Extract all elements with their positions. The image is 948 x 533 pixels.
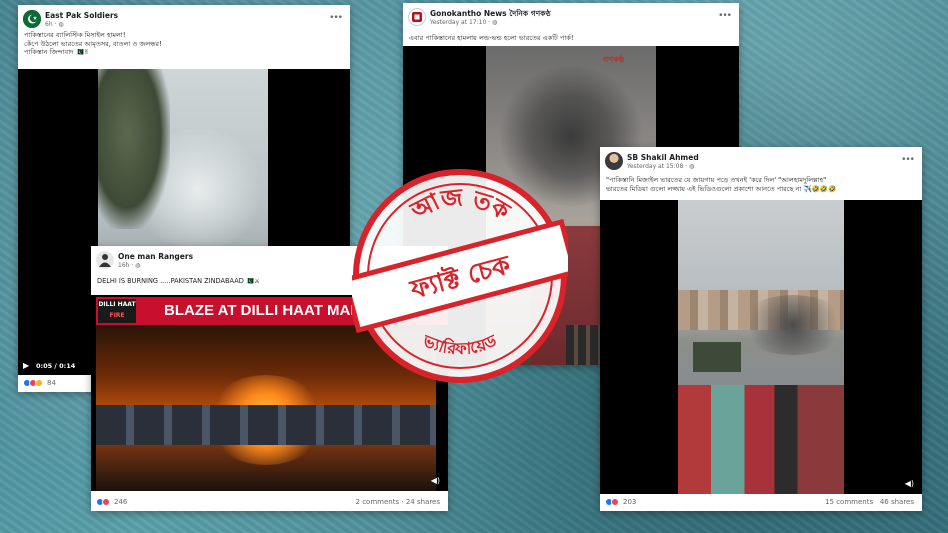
love-reaction-icon xyxy=(102,498,110,506)
post-time[interactable]: Yesterday at 15:08 · ◍ xyxy=(627,163,694,170)
post-stats[interactable]: 2 comments · 24 shares xyxy=(356,498,440,506)
gonokantho-logo-icon xyxy=(412,12,422,22)
post-text: "পাকিস্তানি মিজাইল ভারতের যে জায়গায় পড… xyxy=(600,176,922,193)
more-options-icon[interactable]: ••• xyxy=(329,13,343,23)
post-footer: 246 2 comments · 24 shares xyxy=(91,495,448,511)
post-text: এবার পাকিস্তানের হামলায় লন্ড-ভন্ড হলো ভ… xyxy=(409,34,574,42)
post-text-line: পাকিস্তান জিন্দাবাদ 🇵🇰✌ xyxy=(24,48,90,56)
settings-icon[interactable]: ◀) xyxy=(905,479,914,488)
more-options-icon[interactable]: ••• xyxy=(901,155,915,165)
post-time-text: Yesterday at 17:10 · xyxy=(430,19,492,26)
care-reaction-icon xyxy=(35,379,43,387)
post-text-line: পাকিস্তানের ব্যালিস্টিক মিসাইল হামলা! xyxy=(24,31,126,39)
reactions[interactable]: 203 xyxy=(605,498,636,506)
structure xyxy=(96,405,436,445)
reaction-count: 246 xyxy=(114,498,128,506)
smoke-cloud xyxy=(738,295,848,355)
post-author[interactable]: One man Rangers xyxy=(118,252,193,261)
shares-count[interactable]: 46 shares xyxy=(880,498,914,506)
post-text-line: কেঁপে উঠলো ভারতের আমৃতসর, বাতলা ও জলন্ধর… xyxy=(24,39,162,48)
news-tag-line: DILLI HAAT xyxy=(98,301,136,308)
post-time[interactable]: Yesterday at 17:10 · ◍ xyxy=(430,19,497,26)
ranger-avatar-icon xyxy=(99,254,111,267)
news-tag-line: FIRE xyxy=(109,312,125,319)
tree-silhouette xyxy=(98,69,170,229)
news-headline: BLAZE AT DILLI HAAT MARK xyxy=(164,302,373,319)
reactions[interactable]: 246 xyxy=(96,498,127,506)
reaction-count: 203 xyxy=(623,498,637,506)
avatar[interactable] xyxy=(408,8,426,26)
post-footer: 203 15 comments 46 shares xyxy=(600,495,922,511)
spectators xyxy=(678,385,844,494)
comments-count[interactable]: 2 comments xyxy=(356,498,400,506)
post-author[interactable]: SB Shakil Ahmed xyxy=(627,153,699,162)
post-time[interactable]: 16h · ◍ xyxy=(118,262,140,269)
reactions[interactable]: 84 xyxy=(23,379,56,387)
post-time-text: Yesterday at 15:08 · xyxy=(627,163,689,170)
volume-icon[interactable]: ◀) xyxy=(431,476,440,485)
post-stats[interactable]: 15 comments 46 shares xyxy=(825,498,914,506)
news-tag: DILLI HAAT FIRE xyxy=(98,299,136,323)
globe-icon: ◍ xyxy=(688,163,695,170)
post-time-text: 6h · xyxy=(45,21,59,28)
post-text: পাকিস্তানের ব্যালিস্টিক মিসাইল হামলা! কে… xyxy=(18,31,350,57)
post-text-line: ভারতের মিডিয়া গুলো লজ্জায় এই ভিডিওগুলো… xyxy=(606,184,837,193)
avatar[interactable] xyxy=(605,152,623,170)
post-time[interactable]: 6h · ◍ xyxy=(45,21,64,28)
reaction-count: 84 xyxy=(47,379,56,387)
avatar[interactable] xyxy=(23,10,41,28)
post-text-line: "পাকিস্তানি মিজাইল ভারতের যে জায়গায় পড… xyxy=(606,176,827,184)
pakistan-flag-icon xyxy=(23,10,41,28)
more-options-icon[interactable]: ••• xyxy=(718,11,732,21)
avatar[interactable] xyxy=(96,251,114,269)
globe-icon: ◍ xyxy=(491,19,498,26)
post-header: SB Shakil Ahmed Yesterday at 15:08 · ◍ •… xyxy=(600,147,922,173)
watermark: গণকণ্ঠ xyxy=(603,55,625,64)
video-time: 0:05 / 0:14 xyxy=(36,362,76,370)
post-video[interactable]: ◀) xyxy=(600,200,922,494)
shares-count[interactable]: 24 shares xyxy=(406,498,440,506)
post-author[interactable]: East Pak Soldiers xyxy=(45,11,118,20)
post-header: Gonokantho News দৈনিক গণকণ্ঠ Yesterday a… xyxy=(403,3,739,29)
globe-icon: ◍ xyxy=(58,21,64,28)
play-icon[interactable]: ▶ xyxy=(23,361,29,370)
fact-check-stamp: আজ তক ভ্যারিফায়েড ফ্যাক্ট চেক xyxy=(352,169,568,383)
post-time-text: 16h · xyxy=(118,262,136,269)
globe-icon: ◍ xyxy=(135,262,141,269)
post-sb-shakil-ahmed: SB Shakil Ahmed Yesterday at 15:08 · ◍ •… xyxy=(600,147,922,511)
video-frame xyxy=(678,200,848,494)
post-header: East Pak Soldiers 6h · ◍ ••• xyxy=(18,5,350,31)
comments-count[interactable]: 15 comments xyxy=(825,498,873,506)
army-truck xyxy=(693,342,741,372)
love-reaction-icon xyxy=(611,498,619,506)
